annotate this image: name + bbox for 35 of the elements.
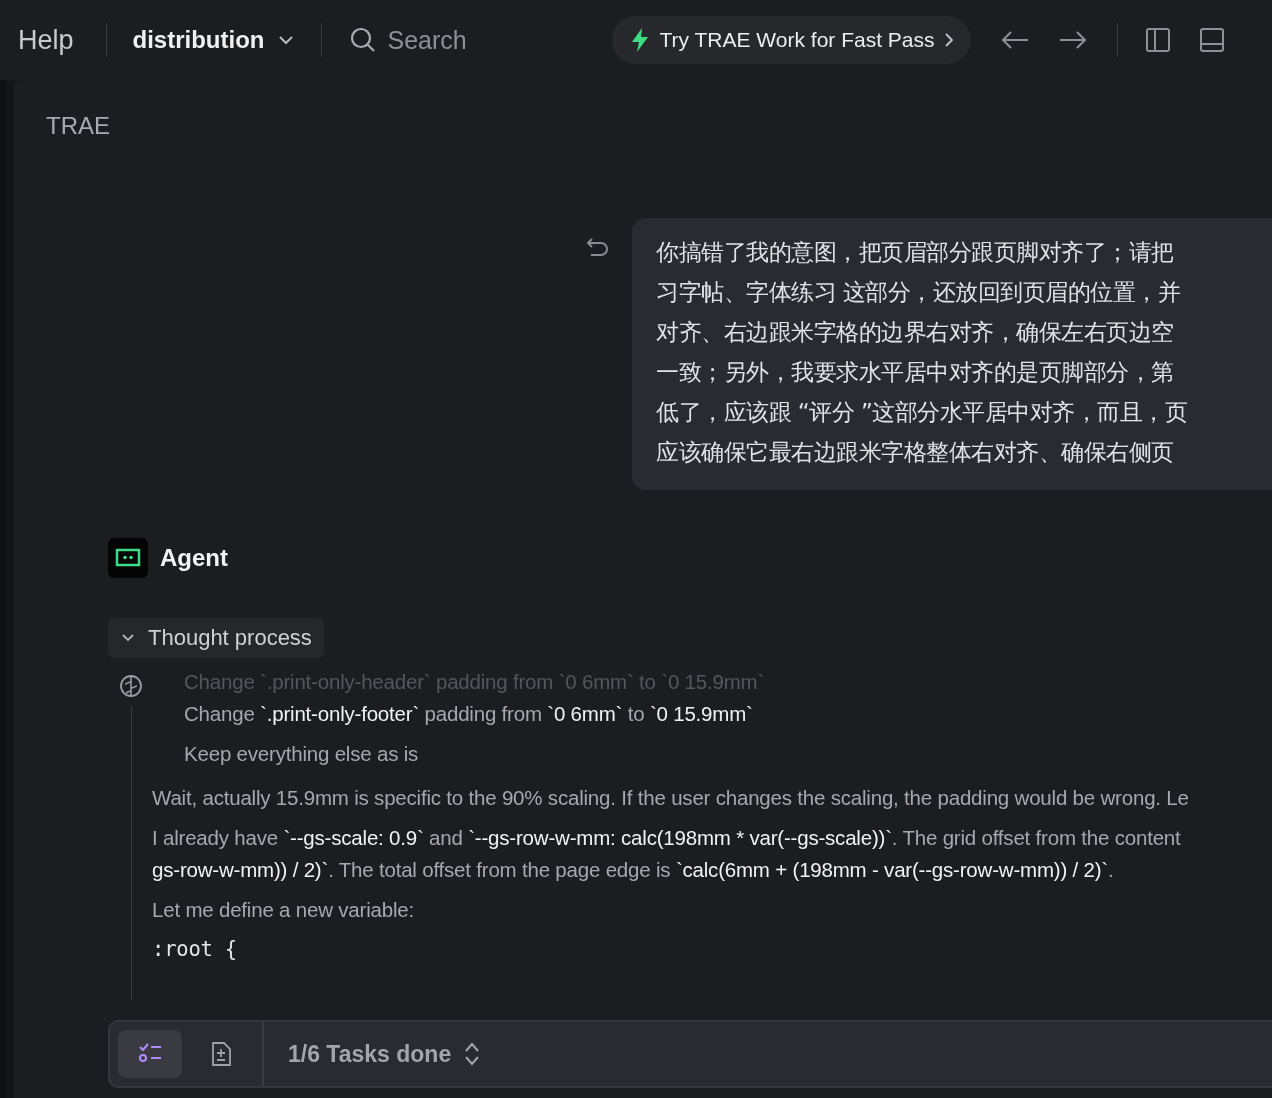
panel-layout-icon[interactable] bbox=[1199, 28, 1224, 52]
chevron-down-icon bbox=[278, 35, 293, 45]
panel-title: TRAE bbox=[45, 111, 111, 141]
message-text-line: 对齐、右边跟米字格的边界右对齐，确保左右页边空 bbox=[656, 318, 1175, 347]
task-tab[interactable] bbox=[118, 1030, 182, 1078]
document-plus-minus-icon bbox=[210, 1042, 234, 1066]
search-field[interactable]: Search bbox=[387, 25, 578, 55]
menu-item[interactable]: Help bbox=[18, 24, 74, 56]
chevron-down-icon bbox=[122, 632, 134, 644]
tasks-status-dropdown[interactable]: 1/6 Tasks done bbox=[288, 1040, 480, 1068]
back-arrow-icon[interactable] bbox=[1000, 30, 1029, 50]
chevron-right-icon bbox=[944, 33, 953, 47]
message-text-line: 应该确保它最右边跟米字格整体右对齐、确保右侧页 bbox=[656, 438, 1175, 467]
thought-text-line: gs-row-w-mm)) / 2)`. The total offset from the page edge is `calc(6mm + (198mm - var(--gs-row-w-mm)) / 2)`. bbox=[152, 857, 1115, 883]
sidebar-layout-icon[interactable] bbox=[1145, 28, 1170, 52]
lightning-icon bbox=[629, 27, 650, 53]
project-dropdown[interactable]: distribution bbox=[132, 26, 293, 54]
agent-name: Agent bbox=[160, 544, 228, 572]
message-text-line: 你搞错了我的意图，把页眉部分跟页脚对齐了；请把 bbox=[656, 238, 1175, 267]
promo-button[interactable]: Try TRAE Work for Fast Pass bbox=[611, 16, 971, 64]
code-line: :root { bbox=[152, 936, 238, 963]
thought-process-toggle[interactable]: Thought process bbox=[108, 618, 324, 658]
thought-text-line: Change `.print-only-header` padding from `0 6mm` to `0 15.9mm` bbox=[184, 670, 766, 694]
agent-avatar-icon bbox=[108, 538, 148, 578]
thought-text-line: Change `.print-only-footer` padding from `0 6mm` to `0 15.9mm` bbox=[184, 701, 754, 727]
thought-text-line: Keep everything else as is bbox=[184, 741, 420, 767]
thought-text-line: Let me define a new variable: bbox=[152, 897, 415, 923]
message-text-line: 习字帖、字体练习 这部分，还放回到页眉的位置，并 bbox=[656, 278, 1182, 307]
message-text-line: 一致；另外，我要求水平居中对齐的是页脚部分，第 bbox=[656, 358, 1175, 387]
search-icon bbox=[349, 27, 376, 53]
message-text-line: 低了，应该跟 “评分 ”这部分水平居中对齐，而且，页 bbox=[656, 398, 1189, 427]
sort-chevrons-icon bbox=[465, 1042, 480, 1066]
thought-text-line: Wait, actually 15.9mm is specific to the 90% scaling. If the user changes the scaling, the padding would be wrong. Le bbox=[152, 785, 1189, 811]
forward-arrow-icon[interactable] bbox=[1058, 30, 1087, 50]
thought-text-line: I already have `--gs-scale: 0.9` and `--gs-row-w-mm: calc(198mm * var(--gs-scale))`. The grid offset from the content bbox=[152, 825, 1182, 851]
